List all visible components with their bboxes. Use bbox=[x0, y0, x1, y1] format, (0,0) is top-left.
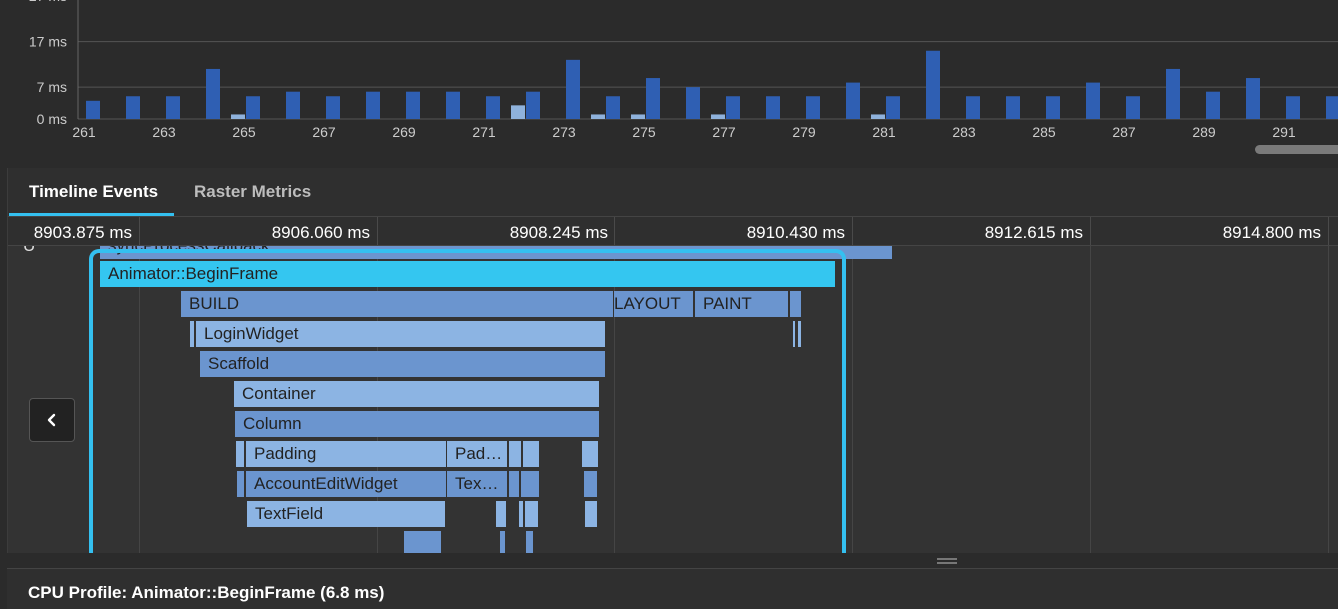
x-tick-label: 263 bbox=[152, 124, 176, 140]
ui-bar bbox=[566, 59, 580, 119]
x-tick-label: 275 bbox=[632, 124, 656, 140]
y-tick-label: 27 ms bbox=[29, 0, 67, 4]
ui-bar bbox=[326, 96, 340, 119]
x-tick-label: 277 bbox=[712, 124, 736, 140]
ui-bar bbox=[1326, 96, 1338, 119]
ruler-tick-label: 8910.430 ms bbox=[746, 223, 845, 242]
ui-bar bbox=[846, 82, 860, 119]
flame-row-marker: UI bbox=[15, 246, 35, 259]
ui-bar bbox=[166, 96, 180, 119]
tab-bar: Timeline Events Raster Metrics bbox=[8, 168, 1338, 217]
cpu-profile-title: CPU Profile: Animator::BeginFrame (6.8 m… bbox=[28, 583, 385, 602]
ruler-tick-label: 8906.060 ms bbox=[271, 223, 370, 242]
ui-bar bbox=[766, 96, 780, 119]
ruler-tick-label: 8912.615 ms bbox=[984, 223, 1083, 242]
raster-bar bbox=[231, 114, 245, 119]
raster-bar bbox=[591, 114, 605, 119]
x-tick-label: 267 bbox=[312, 124, 336, 140]
x-tick-label: 271 bbox=[472, 124, 496, 140]
x-tick-label: 283 bbox=[952, 124, 976, 140]
ui-bar bbox=[366, 91, 380, 119]
ui-bar bbox=[1206, 91, 1220, 119]
ui-bar bbox=[1166, 68, 1180, 119]
ui-bar bbox=[926, 50, 940, 119]
tab-raster-metrics[interactable]: Raster Metrics bbox=[194, 182, 311, 202]
ui-bar bbox=[246, 96, 260, 119]
ui-bar bbox=[686, 87, 700, 119]
x-tick-label: 287 bbox=[1112, 124, 1136, 140]
ruler-tick-label: 8914.800 ms bbox=[1222, 223, 1321, 242]
ruler-tick-label: 8908.245 ms bbox=[509, 223, 608, 242]
time-ruler: 8903.875 ms 8906.060 ms 8908.245 ms 8910… bbox=[8, 217, 1338, 246]
ruler-tick-label: 8903.875 ms bbox=[33, 223, 132, 242]
ui-bar bbox=[446, 91, 460, 119]
x-tick-label: 279 bbox=[792, 124, 816, 140]
y-tick-label: 17 ms bbox=[29, 34, 67, 50]
previous-frame-button[interactable] bbox=[29, 398, 75, 442]
ui-bar bbox=[406, 91, 420, 119]
frame-chart[interactable]: 27 ms 17 ms 7 ms 0 ms 261 263 265 267 269 271 273 2… bbox=[0, 0, 1338, 168]
raster-bar bbox=[871, 114, 885, 119]
y-tick-label: 7 ms bbox=[37, 79, 67, 95]
x-tick-label: 285 bbox=[1032, 124, 1056, 140]
frame-bar-chart[interactable]: 27 ms 17 ms 7 ms 0 ms 261 263 265 267 269 271 273 2… bbox=[0, 0, 1338, 168]
ui-bar bbox=[806, 96, 820, 119]
raster-bar bbox=[631, 114, 645, 119]
ui-bar bbox=[126, 96, 140, 119]
ui-bar bbox=[286, 91, 300, 119]
ui-bar bbox=[1086, 82, 1100, 119]
frame-chart-scrollbar[interactable] bbox=[1255, 145, 1338, 154]
x-tick-label: 265 bbox=[232, 124, 256, 140]
chevron-left-icon bbox=[47, 413, 56, 427]
ui-bar bbox=[1046, 96, 1060, 119]
x-tick-label: 261 bbox=[72, 124, 96, 140]
active-tab-indicator bbox=[9, 213, 174, 216]
ui-bar bbox=[966, 96, 980, 119]
ui-bar bbox=[526, 91, 540, 119]
ui-bar bbox=[486, 96, 500, 119]
raster-bar bbox=[711, 114, 725, 119]
ui-bar bbox=[86, 100, 100, 119]
ui-bar bbox=[606, 96, 620, 119]
x-tick-label: 289 bbox=[1192, 124, 1216, 140]
x-tick-label: 269 bbox=[392, 124, 416, 140]
flame-chart[interactable]: syncProcessCallback UI Animator::BeginFr… bbox=[8, 246, 1338, 553]
ui-bar bbox=[1286, 96, 1300, 119]
ui-bar bbox=[726, 96, 740, 119]
x-tick-label: 281 bbox=[872, 124, 896, 140]
ui-bar bbox=[1246, 78, 1260, 119]
timeline-panel: Timeline Events Raster Metrics 8903.875 … bbox=[7, 168, 1338, 553]
ui-bar bbox=[1126, 96, 1140, 119]
panel-resize-handle[interactable] bbox=[937, 558, 957, 564]
x-tick-label: 291 bbox=[1272, 124, 1296, 140]
y-tick-label: 0 ms bbox=[37, 111, 67, 127]
ui-bar bbox=[646, 78, 660, 119]
tab-timeline-events[interactable]: Timeline Events bbox=[29, 182, 158, 202]
cpu-profile-panel: CPU Profile: Animator::BeginFrame (6.8 m… bbox=[7, 568, 1338, 609]
raster-bar bbox=[511, 105, 525, 119]
ui-bar bbox=[206, 68, 220, 119]
ui-bar bbox=[1006, 96, 1020, 119]
ui-bar bbox=[886, 96, 900, 119]
selected-frame-outline bbox=[89, 249, 846, 553]
x-tick-label: 273 bbox=[552, 124, 576, 140]
